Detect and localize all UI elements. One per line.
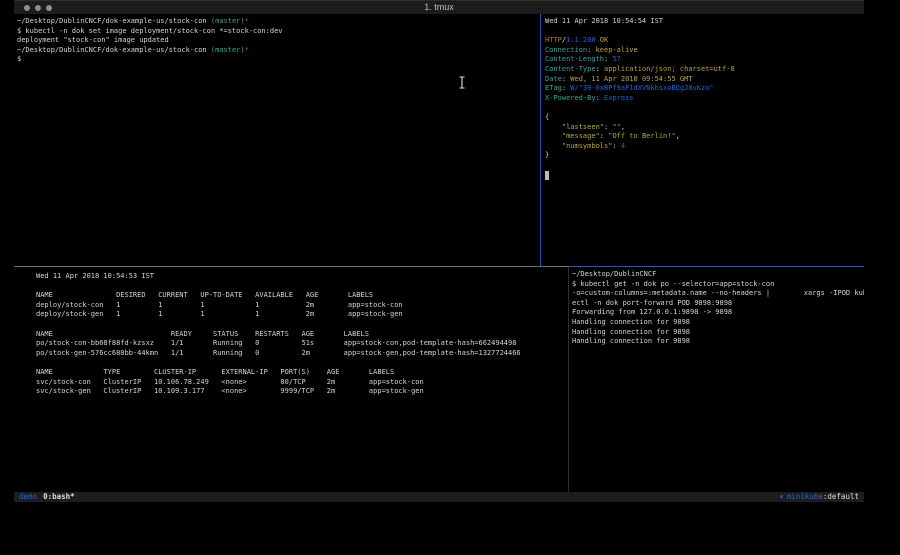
terminal-line: "message": "Off to Berlin!", bbox=[545, 132, 864, 142]
terminal-line: ectl -n dok port-forward POD 9898:9898 bbox=[572, 299, 864, 309]
terminal-line: svc/stock-gen ClusterIP 10.109.3.177 <no… bbox=[36, 387, 568, 397]
desktop-background: 1. tmux ~/Desktop/DublinCNCF/dok-example… bbox=[0, 0, 900, 555]
terminal-line bbox=[545, 103, 864, 113]
terminal-line: deployment "stock-con" image updated bbox=[17, 36, 540, 46]
terminal-line: ~/Desktop/DublinCNCF bbox=[572, 270, 864, 280]
terminal-line bbox=[545, 171, 864, 181]
terminal-line: deploy/stock-con 1 1 1 1 2m app=stock-co… bbox=[36, 301, 568, 311]
terminal-line: Handling connection for 9898 bbox=[572, 337, 864, 347]
terminal-line: po/stock-con-bb68f88fd-kzsxz 1/1 Running… bbox=[36, 339, 568, 349]
terminal-line: Content-Length: 57 bbox=[545, 55, 864, 65]
window-title: 1. tmux bbox=[14, 2, 864, 12]
terminal-line: ~/Desktop/DublinCNCF/dok-example-us/stoc… bbox=[17, 17, 540, 27]
kubernetes-helm-icon: ⎈ bbox=[779, 492, 784, 502]
pane-bottom-right[interactable]: ~/Desktop/DublinCNCF$ kubectl get -n dok… bbox=[569, 267, 864, 492]
terminal-line: HTTP/1.1 200 OK bbox=[545, 36, 864, 46]
terminal-line bbox=[36, 282, 568, 292]
terminal-line: NAME TYPE CLUSTER-IP EXTERNAL-IP PORT(S)… bbox=[36, 368, 568, 378]
pane-border-horizontal-right[interactable] bbox=[569, 266, 864, 267]
terminal-line: "lastseen": "", bbox=[545, 123, 864, 133]
terminal-line: ~/Desktop/DublinCNCF/dok-example-us/stoc… bbox=[17, 46, 540, 56]
terminal-line: NAME DESIRED CURRENT UP-TO-DATE AVAILABL… bbox=[36, 291, 568, 301]
terminal-line: Wed 11 Apr 2018 10:54:54 IST bbox=[545, 17, 864, 27]
pane-top-left[interactable]: ~/Desktop/DublinCNCF/dok-example-us/stoc… bbox=[14, 14, 540, 266]
terminal-line: deploy/stock-gen 1 1 1 1 2m app=stock-ge… bbox=[36, 310, 568, 320]
terminal-line: Date: Wed, 11 Apr 2018 09:54:55 GMT bbox=[545, 75, 864, 85]
tmux-status-bar: demo 0:bash* ⎈ minikube :default bbox=[14, 492, 864, 502]
pane-border-horizontal-left[interactable] bbox=[14, 266, 569, 267]
status-right: ⎈ minikube :default bbox=[779, 492, 859, 502]
session-name: demo bbox=[19, 492, 37, 502]
terminal-line: ETag: W/"39-0xBPf9aF1dXVNkhsxoBQgJ8vKzo" bbox=[545, 84, 864, 94]
terminal-line: Wed 11 Apr 2018 10:54:53 IST bbox=[36, 272, 568, 282]
terminal-cursor bbox=[545, 171, 549, 181]
kube-namespace: :default bbox=[823, 492, 859, 502]
kube-context: minikube bbox=[787, 492, 823, 502]
titlebar[interactable]: 1. tmux bbox=[14, 0, 864, 14]
terminal-line: NAME READY STATUS RESTARTS AGE LABELS bbox=[36, 330, 568, 340]
terminal-line: Handling connection for 9898 bbox=[572, 318, 864, 328]
terminal-line bbox=[36, 320, 568, 330]
terminal-line: -o=custom-columns=:metadata.name --no-he… bbox=[572, 289, 864, 299]
pane-top-right[interactable]: Wed 11 Apr 2018 10:54:54 IST HTTP/1.1 20… bbox=[541, 14, 864, 266]
terminal-line: Forwarding from 127.0.0.1:9898 -> 9898 bbox=[572, 308, 864, 318]
terminal-line: po/stock-gen-576cc688bb-44kmn 1/1 Runnin… bbox=[36, 349, 568, 359]
terminal-line: "numsymbols": 4 bbox=[545, 142, 864, 152]
terminal-line: X-Powered-By: Express bbox=[545, 94, 864, 104]
pane-border-vertical-top[interactable] bbox=[540, 14, 541, 267]
terminal-line: svc/stock-con ClusterIP 10.106.78.249 <n… bbox=[36, 378, 568, 388]
terminal-line: $ kubectl -n dok set image deployment/st… bbox=[17, 27, 540, 37]
terminal-line bbox=[545, 161, 864, 171]
mouse-cursor bbox=[458, 76, 466, 89]
terminal-line bbox=[545, 27, 864, 37]
terminal-line: $ bbox=[17, 55, 540, 65]
terminal-line: Connection: keep-alive bbox=[545, 46, 864, 56]
terminal-line: } bbox=[545, 151, 864, 161]
terminal-line bbox=[36, 358, 568, 368]
terminal-line: { bbox=[545, 113, 864, 123]
terminal-window: 1. tmux ~/Desktop/DublinCNCF/dok-example… bbox=[14, 0, 864, 514]
pane-bottom-left[interactable]: Wed 11 Apr 2018 10:54:53 IST NAME DESIRE… bbox=[14, 267, 568, 492]
terminal-line: $ kubectl get -n dok po --selector=app=s… bbox=[572, 280, 864, 290]
window-label[interactable]: 0:bash* bbox=[43, 492, 75, 502]
tmux-session: ~/Desktop/DublinCNCF/dok-example-us/stoc… bbox=[14, 14, 864, 492]
terminal-line: Handling connection for 9898 bbox=[572, 328, 864, 338]
pane-border-vertical-bottom[interactable] bbox=[568, 267, 569, 492]
terminal-line: Content-Type: application/json; charset=… bbox=[545, 65, 864, 75]
